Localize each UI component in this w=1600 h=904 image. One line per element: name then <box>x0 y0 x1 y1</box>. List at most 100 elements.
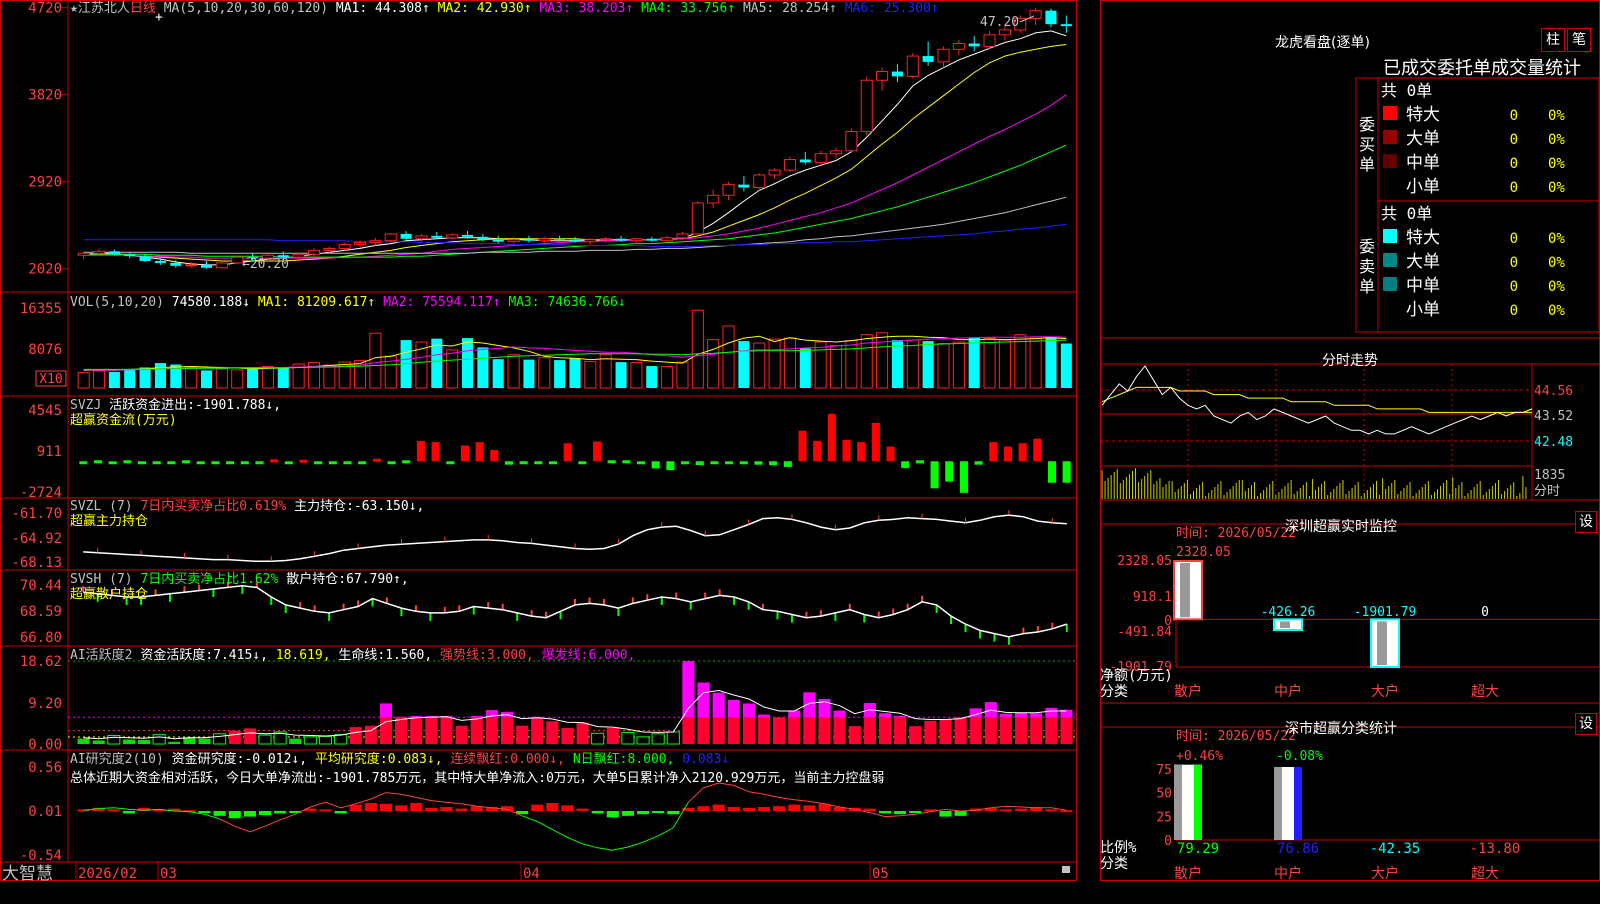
ai-research-bar[interactable] <box>713 805 725 811</box>
ai-active-bar[interactable] <box>939 719 951 744</box>
candle[interactable] <box>738 185 749 188</box>
svzj-bar[interactable] <box>652 461 660 468</box>
svzj-bar[interactable] <box>417 441 425 461</box>
ai-active-bar-top[interactable] <box>1015 713 1027 717</box>
vol-bar[interactable] <box>109 372 120 388</box>
ai-active-bar[interactable] <box>1015 717 1027 744</box>
ai-active-bar[interactable] <box>728 717 740 744</box>
ai-research-bar[interactable] <box>637 811 649 814</box>
ai-active-bar[interactable] <box>803 717 815 744</box>
vol-bar[interactable] <box>877 333 888 388</box>
svzj-bar[interactable] <box>916 460 924 463</box>
vol-bar[interactable] <box>662 366 673 388</box>
candle[interactable] <box>953 44 964 50</box>
ai-research-bar[interactable] <box>365 803 377 811</box>
ai-active-bar[interactable] <box>652 734 664 744</box>
svzj-bar[interactable] <box>197 461 205 464</box>
ai-research-bar[interactable] <box>198 811 210 813</box>
ai-research-bar[interactable] <box>622 811 634 816</box>
ai-active-bar[interactable] <box>350 727 362 744</box>
vol-bar[interactable] <box>94 371 105 388</box>
ai-active-bar[interactable] <box>168 742 180 744</box>
ai-active-bar-top[interactable] <box>743 703 755 717</box>
vol-bar[interactable] <box>815 342 826 388</box>
ai-research-bar[interactable] <box>758 807 770 811</box>
svzj-bar[interactable] <box>285 461 293 464</box>
ai-research-bar[interactable] <box>319 809 331 811</box>
svzj-bar[interactable] <box>549 461 557 464</box>
svzj-bar[interactable] <box>446 461 454 464</box>
ai-active-bar[interactable] <box>486 717 498 744</box>
ai-active-bar[interactable] <box>198 739 210 744</box>
svzj-bar[interactable] <box>842 440 850 461</box>
pen-mode-button[interactable]: 笔 <box>1567 28 1591 52</box>
vol-bar[interactable] <box>523 360 534 388</box>
ai-research-bar[interactable] <box>697 806 709 811</box>
vol-bar[interactable] <box>984 338 995 388</box>
ai-active-bar[interactable] <box>229 731 241 744</box>
ai-active-bar[interactable] <box>259 735 271 744</box>
ai-active-bar[interactable] <box>758 717 770 744</box>
ai-research-bar[interactable] <box>229 811 241 818</box>
ai-active-bar[interactable] <box>501 717 513 744</box>
vol-bar[interactable] <box>631 363 642 388</box>
svzj-bar[interactable] <box>769 461 777 465</box>
svzj-bar[interactable] <box>94 460 102 463</box>
vol-bar[interactable] <box>600 355 611 388</box>
svzj-bar[interactable] <box>989 442 997 461</box>
ai-active-bar[interactable] <box>214 734 226 744</box>
svzj-bar[interactable] <box>490 450 498 461</box>
ai-active-bar[interactable] <box>440 717 452 744</box>
vol-bar[interactable] <box>539 358 550 388</box>
ai-research-bar[interactable] <box>1060 810 1072 812</box>
candle[interactable] <box>523 240 534 241</box>
vol-bar[interactable] <box>784 338 795 388</box>
ai-research-bar[interactable] <box>244 811 256 817</box>
candle[interactable] <box>94 251 105 253</box>
ai-active-bar-top[interactable] <box>713 693 725 718</box>
candle[interactable] <box>723 185 734 196</box>
vol-bar[interactable] <box>830 345 841 388</box>
ai-active-bar-top[interactable] <box>410 716 422 717</box>
ai-research-bar[interactable] <box>561 805 573 811</box>
svzj-bar[interactable] <box>182 460 190 463</box>
candle[interactable] <box>431 236 442 238</box>
candle[interactable] <box>416 236 427 239</box>
vol-bar[interactable] <box>692 310 703 388</box>
svzj-bar[interactable] <box>578 461 586 464</box>
vol-bar[interactable] <box>262 366 273 388</box>
candle[interactable] <box>554 239 565 240</box>
ai-active-bar[interactable] <box>456 726 468 744</box>
ai-active-bar-top[interactable] <box>834 711 846 718</box>
ai-research-bar[interactable] <box>592 811 604 813</box>
ai-active-bar[interactable] <box>1045 717 1057 744</box>
ai-active-bar[interactable] <box>773 717 785 744</box>
vol-bar[interactable] <box>585 362 596 388</box>
candle[interactable] <box>616 239 627 241</box>
svzj-bar[interactable] <box>637 461 645 464</box>
svzj-bar[interactable] <box>226 461 234 464</box>
ai-research-bar[interactable] <box>728 807 740 811</box>
ai-research-bar[interactable] <box>531 805 543 811</box>
candle[interactable] <box>477 237 488 240</box>
svzj-bar[interactable] <box>270 459 278 462</box>
ai-active-bar[interactable] <box>289 739 301 744</box>
vol-bar[interactable] <box>646 366 657 388</box>
monitor-settings-button[interactable]: 设 <box>1575 511 1597 533</box>
candle[interactable] <box>938 49 949 62</box>
vol-bar[interactable] <box>186 367 197 388</box>
vol-bar[interactable] <box>800 348 811 388</box>
vol-bar[interactable] <box>447 350 458 388</box>
ai-research-bar[interactable] <box>425 808 437 811</box>
svzj-bar[interactable] <box>1063 461 1071 482</box>
vol-bar[interactable] <box>999 340 1010 388</box>
vol-bar[interactable] <box>616 362 627 388</box>
candle[interactable] <box>355 243 366 245</box>
ai-active-bar[interactable] <box>834 717 846 744</box>
ai-active-bar[interactable] <box>970 717 982 744</box>
svzj-bar[interactable] <box>622 460 630 463</box>
svzj-bar[interactable] <box>123 460 131 463</box>
svzj-bar[interactable] <box>1004 447 1012 462</box>
candle[interactable] <box>109 251 120 254</box>
candle[interactable] <box>769 170 780 175</box>
